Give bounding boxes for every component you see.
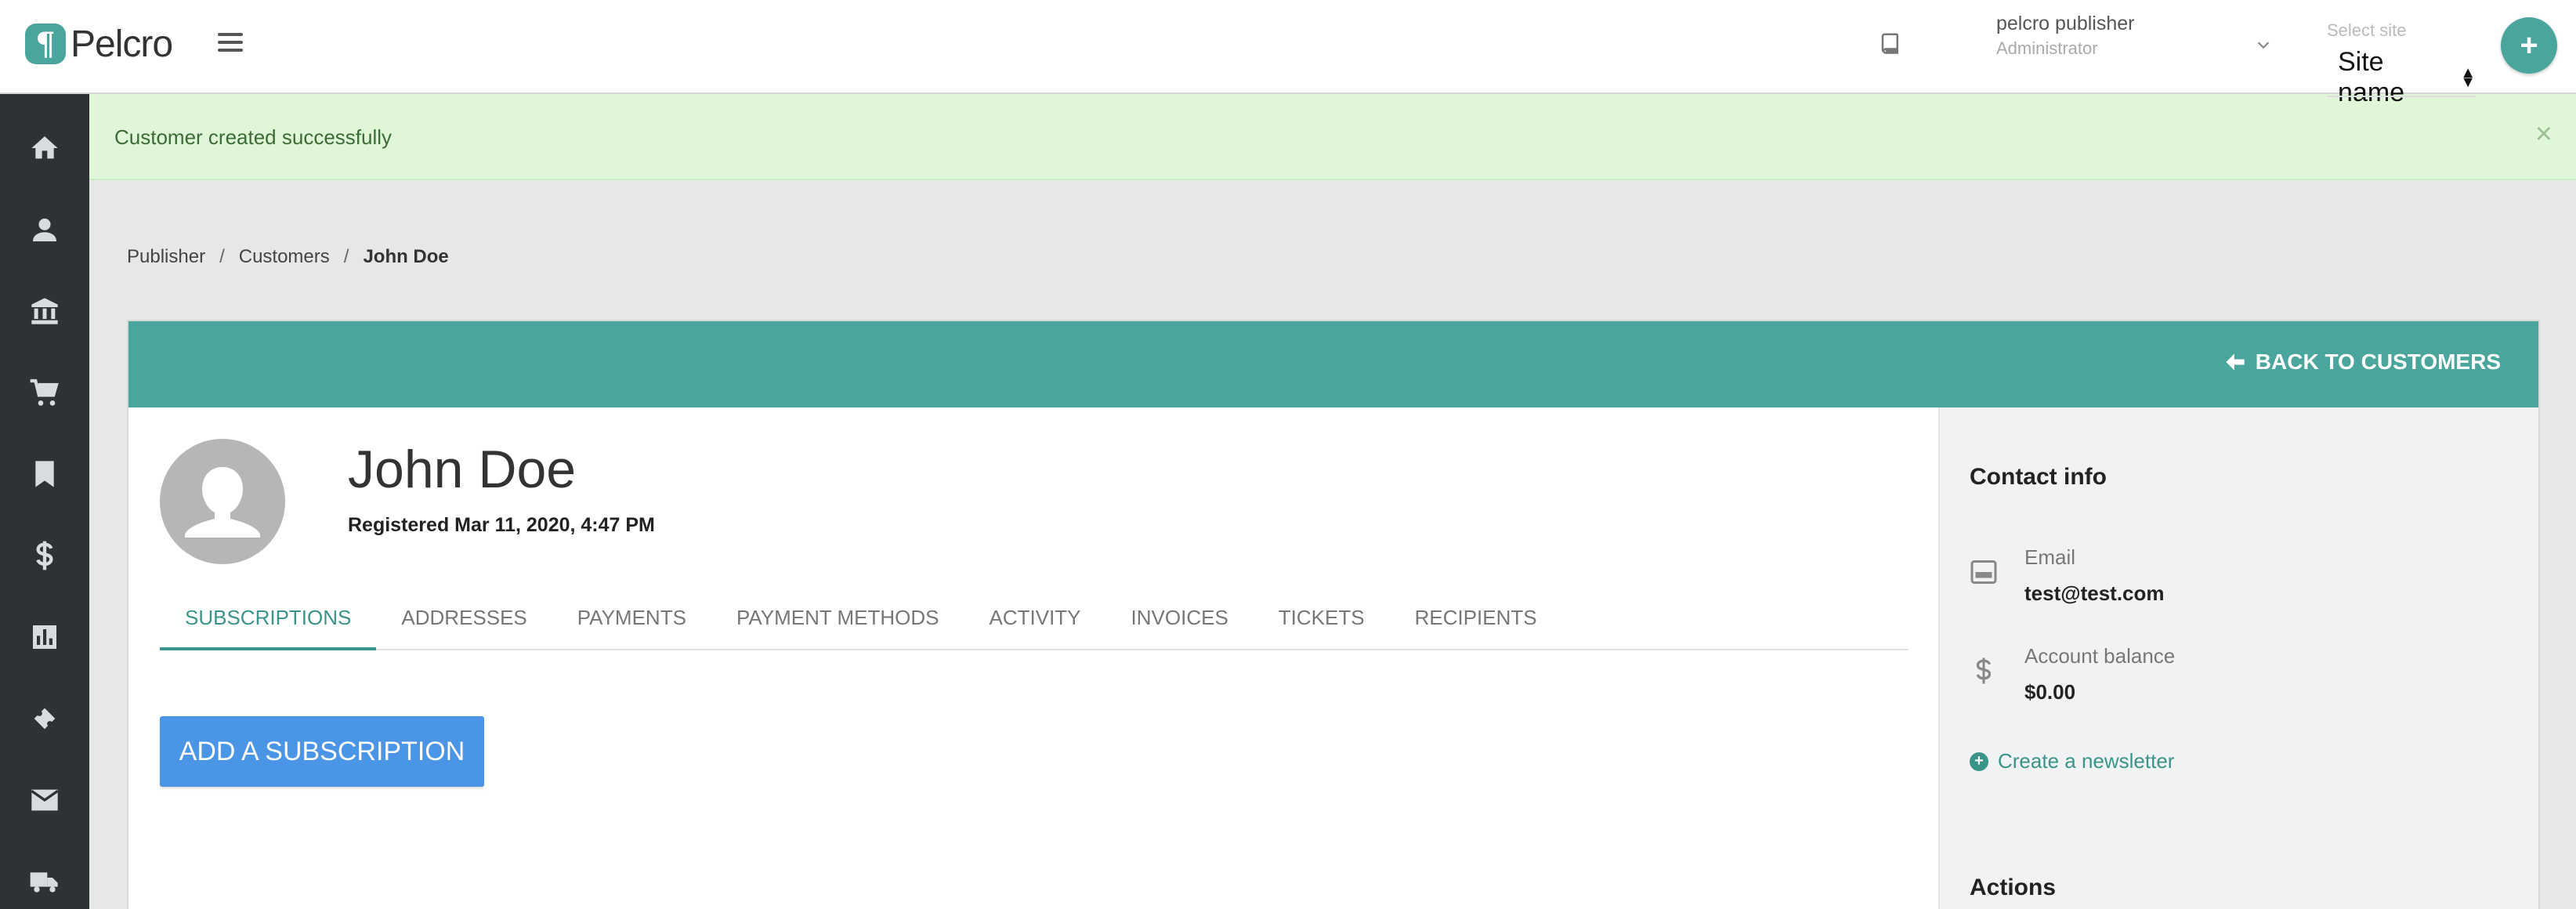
dollar-icon [36,541,53,570]
user-name: pelcro publisher [1996,13,2135,34]
cart-icon [30,378,59,406]
contact-info-title: Contact info [1970,464,2107,490]
breadcrumb-customers[interactable]: Customers [239,246,330,268]
user-menu[interactable]: pelcro publisher Administrator [1996,13,2278,60]
tab-invoices[interactable]: INVOICES [1106,588,1254,650]
sidebar-item-ticket[interactable] [0,683,89,754]
actions-title: Actions [1970,875,2057,900]
dollar-icon [1976,657,1992,684]
tab-subscriptions[interactable]: SUBSCRIPTIONS [160,588,377,650]
email-value[interactable]: test@test.com [2024,581,2165,606]
logo-mark: ¶ [25,24,66,64]
balance-row: Account balance $0.00 [1970,644,2518,715]
sidebar-item-reports[interactable] [0,602,89,672]
sidebar-item-bank[interactable] [0,276,89,346]
home-icon [31,136,58,159]
top-bar: ¶ Pelcro pelcro publisher Administrator … [0,0,2576,107]
mail-icon [31,789,59,811]
sidebar-item-cart[interactable] [0,357,89,428]
close-icon[interactable]: × [2535,118,2552,151]
avatar [160,439,285,564]
alert-message: Customer created successfully [114,125,393,149]
sidebar-item-customers[interactable] [0,194,89,265]
tab-payments[interactable]: PAYMENTS [552,588,711,650]
success-alert: Customer created successfully × [89,94,2576,180]
sort-arrows-icon: ▲ ▼ [2460,64,2476,91]
bar-chart-icon [33,625,56,649]
balance-label: Account balance [2024,644,2176,668]
breadcrumb-separator: / [343,246,349,267]
menu-icon[interactable] [218,30,243,55]
customer-tabs: SUBSCRIPTIONS ADDRESSES PAYMENTS PAYMENT… [160,588,1908,650]
breadcrumb-separator: / [219,246,225,267]
bank-icon [31,298,58,324]
plus-circle-icon: + [1970,751,1988,771]
arrow-left-icon [2226,353,2245,371]
back-label: BACK TO CUSTOMERS [2255,349,2501,374]
site-select-value: Site name ▲ ▼ [2327,47,2476,108]
site-select-label: Select site [2327,20,2407,40]
customer-card: BACK TO CUSTOMERS John Doe Registered Ma… [127,320,2540,909]
back-to-customers-button[interactable]: BACK TO CUSTOMERS [2224,349,2501,375]
bookmark-icon [35,461,54,487]
tab-activity[interactable]: ACTIVITY [964,588,1106,650]
tab-addresses[interactable]: ADDRESSES [376,588,552,650]
email-row: Email test@test.com [1970,545,2518,616]
balance-value: $0.00 [2024,680,2076,704]
card-header: BACK TO CUSTOMERS [128,321,2538,407]
tab-payment-methods[interactable]: PAYMENT METHODS [711,588,964,650]
sidebar-item-mail[interactable] [0,765,89,835]
user-role: Administrator [1996,38,2098,58]
logo[interactable]: ¶ Pelcro [25,20,173,67]
chevron-down-icon[interactable] [2255,36,2272,53]
site-name-text: Site name [2338,47,2405,107]
site-select[interactable]: Select site Site name ▲ ▼ [2327,20,2476,107]
sidebar-item-home[interactable] [0,113,89,183]
registered-date: Registered Mar 11, 2020, 4:47 PM [348,514,655,536]
email-label: Email [2024,545,2076,569]
logo-text: Pelcro [71,23,173,65]
sidebar [0,94,89,909]
book-icon[interactable] [1879,31,1902,55]
email-icon [1970,560,1997,584]
person-icon [33,218,56,241]
ticket-icon [34,708,56,730]
sidebar-item-bookmark[interactable] [0,439,89,509]
truck-icon [30,872,58,893]
breadcrumb-publisher[interactable]: Publisher [127,246,205,268]
customer-name: John Doe [348,440,577,499]
breadcrumb: Publisher / Customers / John Doe [127,246,449,268]
sidebar-item-dollar[interactable] [0,520,89,591]
avatar-person-icon [185,467,260,538]
create-newsletter-label: Create a newsletter [1998,749,2175,773]
contact-panel: Contact info Email test@test.com Account… [1938,407,2538,909]
create-newsletter-link[interactable]: + Create a newsletter [1970,749,2174,773]
add-subscription-button[interactable]: ADD A SUBSCRIPTION [160,716,484,787]
site-select-underline [2327,96,2476,97]
tab-tickets[interactable]: TICKETS [1254,588,1390,650]
breadcrumb-current: John Doe [363,246,449,267]
tab-recipients[interactable]: RECIPIENTS [1390,588,1562,650]
sidebar-item-shipping[interactable] [0,846,89,909]
add-button[interactable]: + [2501,17,2557,74]
